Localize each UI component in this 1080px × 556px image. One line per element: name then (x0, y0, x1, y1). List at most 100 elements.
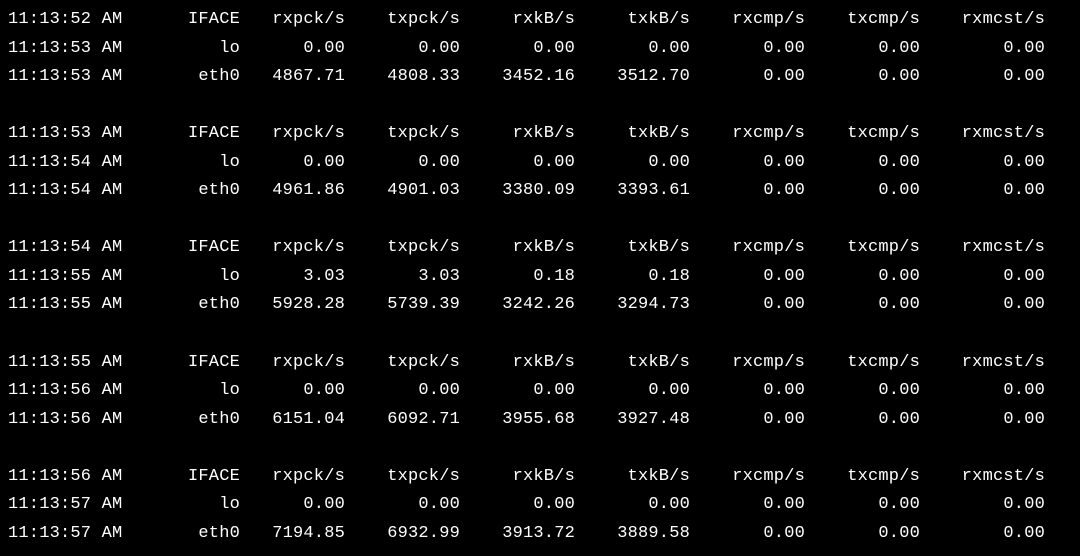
cell-time: 11:13:57 AM (8, 491, 133, 520)
col-rxkb: rxkB/s (460, 349, 575, 378)
cell-rxmcst: 0.00 (920, 63, 1045, 92)
col-txcmp: txcmp/s (805, 349, 920, 378)
cell-iface: lo (133, 491, 240, 520)
col-rxpck: rxpck/s (240, 463, 345, 492)
cell-rxpck: 0.00 (240, 491, 345, 520)
data-row: 11:13:53 AMlo0.000.000.000.000.000.000.0… (8, 35, 1072, 64)
header-row: 11:13:53 AMIFACErxpck/stxpck/srxkB/stxkB… (8, 120, 1072, 149)
cell-rxpck: 3.03 (240, 263, 345, 292)
cell-rxcmp: 0.00 (690, 149, 805, 178)
cell-rxpck: 7194.85 (240, 520, 345, 549)
col-txkb: txkB/s (575, 120, 690, 149)
cell-rxmcst: 0.00 (920, 263, 1045, 292)
col-rxcmp: rxcmp/s (690, 234, 805, 263)
cell-txcmp: 0.00 (805, 406, 920, 435)
col-rxmcst: rxmcst/s (920, 349, 1045, 378)
cell-txkb: 0.00 (575, 377, 690, 406)
cell-time: 11:13:54 AM (8, 177, 133, 206)
col-time: 11:13:52 AM (8, 6, 133, 35)
col-time: 11:13:56 AM (8, 463, 133, 492)
col-txkb: txkB/s (575, 234, 690, 263)
cell-rxmcst: 0.00 (920, 406, 1045, 435)
col-txpck: txpck/s (345, 349, 460, 378)
cell-txpck: 0.00 (345, 377, 460, 406)
cell-txcmp: 0.00 (805, 263, 920, 292)
cell-txcmp: 0.00 (805, 149, 920, 178)
col-iface: IFACE (133, 349, 240, 378)
col-rxpck: rxpck/s (240, 120, 345, 149)
col-iface: IFACE (133, 234, 240, 263)
cell-txkb: 0.00 (575, 35, 690, 64)
cell-rxcmp: 0.00 (690, 377, 805, 406)
cell-rxkb: 3913.72 (460, 520, 575, 549)
cell-iface: eth0 (133, 520, 240, 549)
cell-txpck: 5739.39 (345, 291, 460, 320)
cell-rxkb: 3242.26 (460, 291, 575, 320)
cell-txcmp: 0.00 (805, 63, 920, 92)
cell-time: 11:13:55 AM (8, 263, 133, 292)
col-time: 11:13:54 AM (8, 234, 133, 263)
cell-time: 11:13:57 AM (8, 520, 133, 549)
cell-iface: lo (133, 377, 240, 406)
data-row: 11:13:57 AMeth07194.856932.993913.723889… (8, 520, 1072, 549)
cell-rxmcst: 0.00 (920, 520, 1045, 549)
cell-iface: lo (133, 35, 240, 64)
col-rxkb: rxkB/s (460, 463, 575, 492)
cell-iface: eth0 (133, 406, 240, 435)
col-rxcmp: rxcmp/s (690, 349, 805, 378)
cell-time: 11:13:56 AM (8, 377, 133, 406)
cell-iface: eth0 (133, 63, 240, 92)
cell-txpck: 0.00 (345, 149, 460, 178)
cell-txkb: 3927.48 (575, 406, 690, 435)
cell-txkb: 0.00 (575, 491, 690, 520)
cell-rxkb: 0.00 (460, 491, 575, 520)
cell-txpck: 4808.33 (345, 63, 460, 92)
col-rxpck: rxpck/s (240, 6, 345, 35)
col-rxpck: rxpck/s (240, 349, 345, 378)
cell-txpck: 6092.71 (345, 406, 460, 435)
cell-rxpck: 5928.28 (240, 291, 345, 320)
stats-block: 11:13:55 AMIFACErxpck/stxpck/srxkB/stxkB… (8, 349, 1072, 435)
stats-block: 11:13:54 AMIFACErxpck/stxpck/srxkB/stxkB… (8, 234, 1072, 320)
cell-txpck: 0.00 (345, 35, 460, 64)
cell-time: 11:13:53 AM (8, 63, 133, 92)
col-rxcmp: rxcmp/s (690, 463, 805, 492)
cell-rxpck: 6151.04 (240, 406, 345, 435)
col-txkb: txkB/s (575, 6, 690, 35)
header-row: 11:13:52 AMIFACErxpck/stxpck/srxkB/stxkB… (8, 6, 1072, 35)
header-row: 11:13:55 AMIFACErxpck/stxpck/srxkB/stxkB… (8, 349, 1072, 378)
terminal-output: 11:13:52 AMIFACErxpck/stxpck/srxkB/stxkB… (8, 6, 1072, 548)
col-txcmp: txcmp/s (805, 234, 920, 263)
cell-txcmp: 0.00 (805, 177, 920, 206)
col-rxkb: rxkB/s (460, 6, 575, 35)
col-rxmcst: rxmcst/s (920, 463, 1045, 492)
cell-rxpck: 4961.86 (240, 177, 345, 206)
data-row: 11:13:53 AMeth04867.714808.333452.163512… (8, 63, 1072, 92)
cell-rxpck: 4867.71 (240, 63, 345, 92)
col-rxmcst: rxmcst/s (920, 120, 1045, 149)
stats-block: 11:13:52 AMIFACErxpck/stxpck/srxkB/stxkB… (8, 6, 1072, 92)
col-time: 11:13:55 AM (8, 349, 133, 378)
col-txpck: txpck/s (345, 6, 460, 35)
col-txcmp: txcmp/s (805, 120, 920, 149)
data-row: 11:13:54 AMlo0.000.000.000.000.000.000.0… (8, 149, 1072, 178)
cell-txkb: 3294.73 (575, 291, 690, 320)
col-rxkb: rxkB/s (460, 234, 575, 263)
cell-rxpck: 0.00 (240, 149, 345, 178)
cell-rxcmp: 0.00 (690, 406, 805, 435)
cell-rxmcst: 0.00 (920, 377, 1045, 406)
cell-txpck: 4901.03 (345, 177, 460, 206)
cell-rxcmp: 0.00 (690, 263, 805, 292)
data-row: 11:13:56 AMeth06151.046092.713955.683927… (8, 406, 1072, 435)
cell-rxmcst: 0.00 (920, 35, 1045, 64)
col-iface: IFACE (133, 463, 240, 492)
col-rxmcst: rxmcst/s (920, 6, 1045, 35)
header-row: 11:13:56 AMIFACErxpck/stxpck/srxkB/stxkB… (8, 463, 1072, 492)
cell-txpck: 3.03 (345, 263, 460, 292)
cell-rxkb: 0.00 (460, 35, 575, 64)
cell-time: 11:13:54 AM (8, 149, 133, 178)
cell-txkb: 0.18 (575, 263, 690, 292)
cell-rxmcst: 0.00 (920, 177, 1045, 206)
cell-rxmcst: 0.00 (920, 149, 1045, 178)
cell-time: 11:13:55 AM (8, 291, 133, 320)
